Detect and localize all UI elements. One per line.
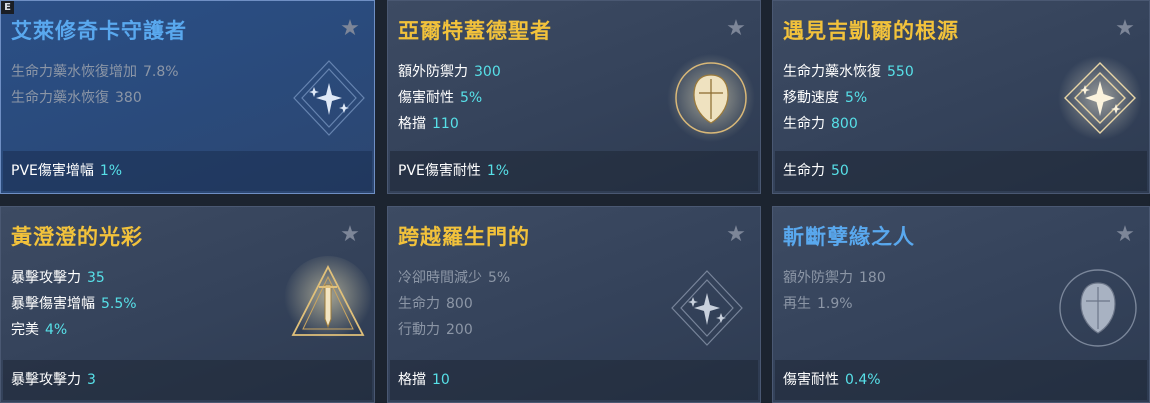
stat-row: 生命力藥水恢復增加 7.8% (11, 64, 179, 80)
stat-row: 生命力 800 (783, 116, 858, 132)
stat-row: 行動力 200 (398, 322, 473, 338)
stat-row: 生命力 800 (398, 296, 473, 312)
title-card-4[interactable]: 黃澄澄的光彩 ★ 暴擊攻擊力 35 暴擊傷害增幅 5.5% 完美 4% 暴擊攻擊力 3 (0, 206, 375, 403)
stat-row: 額外防禦力 300 (398, 64, 501, 80)
stat-row: 再生 1.9% (783, 296, 853, 312)
card-footer: PVE傷害增幅 1% (3, 151, 372, 191)
stat-row: 暴擊傷害增幅 5.5% (11, 296, 137, 312)
star-icon[interactable]: ★ (1115, 18, 1135, 40)
card-title: 斬斷孽緣之人 (783, 225, 915, 249)
sword-triangle-icon (284, 256, 372, 344)
card-title: 遇見吉凱爾的根源 (783, 19, 959, 43)
card-title: 亞爾特蓋德聖者 (398, 19, 552, 43)
stat-row: 冷卻時間減少 5% (398, 270, 511, 286)
title-card-2[interactable]: 亞爾特蓋德聖者 ★ 額外防禦力 300 傷害耐性 5% 格擋 110 PVE傷害耐性 1… (387, 0, 761, 194)
stat-row: 格擋 110 (398, 116, 459, 132)
stat-row: 暴擊攻擊力 35 (11, 270, 105, 286)
title-card-3[interactable]: 遇見吉凱爾的根源 ★ 生命力藥水恢復 550 移動速度 5% 生命力 800 生命力 5… (772, 0, 1150, 194)
title-card-6[interactable]: 斬斷孽緣之人 ★ 額外防禦力 180 再生 1.9% 傷害耐性 0.4% (772, 206, 1150, 403)
card-footer: 格擋 10 (390, 360, 758, 400)
star-icon[interactable]: ★ (1115, 224, 1135, 246)
sparkle-diamond-icon (293, 60, 365, 136)
card-footer: 生命力 50 (775, 151, 1147, 191)
title-card-5[interactable]: 跨越羅生門的 ★ 冷卻時間減少 5% 生命力 800 行動力 200 格擋 10 (387, 206, 761, 403)
hotkey-badge: E (1, 1, 14, 14)
card-footer: 暴擊攻擊力 3 (3, 360, 372, 400)
stat-row: 傷害耐性 5% (398, 90, 483, 106)
card-title: 跨越羅生門的 (398, 225, 530, 249)
star-icon[interactable]: ★ (726, 224, 746, 246)
card-footer: 傷害耐性 0.4% (775, 360, 1147, 400)
stat-row: 生命力藥水恢復 550 (783, 64, 914, 80)
shield-circle-icon (667, 54, 755, 142)
card-title: 艾萊修奇卡守護者 (11, 19, 187, 43)
sparkle-diamond-icon (1058, 56, 1142, 140)
title-card-1[interactable]: 艾萊修奇卡守護者 ★ 生命力藥水恢復增加 7.8% 生命力藥水恢復 380 PVE傷… (0, 0, 375, 194)
star-icon[interactable]: ★ (340, 18, 360, 40)
star-icon[interactable]: ★ (340, 224, 360, 246)
stat-row: 額外防禦力 180 (783, 270, 886, 286)
card-footer: PVE傷害耐性 1% (390, 151, 758, 191)
stat-row: 完美 4% (11, 322, 68, 338)
stat-row: 移動速度 5% (783, 90, 868, 106)
card-title: 黃澄澄的光彩 (11, 225, 143, 249)
sparkle-diamond-icon (671, 270, 743, 346)
star-icon[interactable]: ★ (726, 18, 746, 40)
stat-row: 生命力藥水恢復 380 (11, 90, 142, 106)
shield-circle-icon (1059, 269, 1137, 347)
